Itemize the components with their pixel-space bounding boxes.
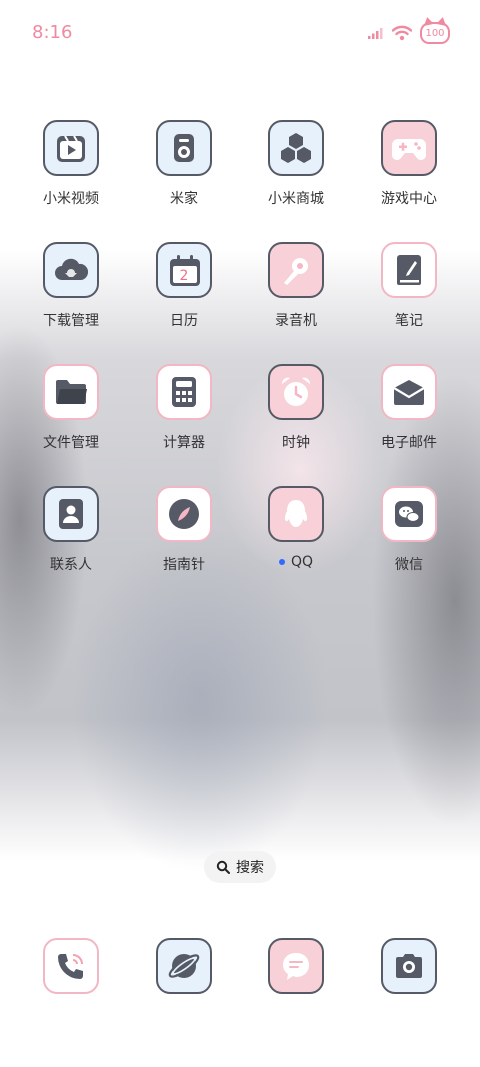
app-downloads[interactable]: 下载管理 — [16, 242, 126, 330]
signal-icon — [368, 28, 383, 39]
app-mi-store[interactable]: 小米商城 — [241, 120, 351, 208]
app-label-text: QQ — [290, 554, 314, 570]
app-clock[interactable]: 时钟 — [241, 364, 351, 452]
app-label: 录音机 — [275, 313, 317, 329]
message-bubble-icon — [268, 938, 324, 994]
app-wechat[interactable]: 微信 — [354, 486, 464, 574]
app-label: 微信 — [395, 557, 423, 573]
app-label: 日历 — [170, 313, 198, 329]
video-player-icon — [43, 120, 99, 176]
folder-icon — [43, 364, 99, 420]
app-calculator[interactable]: 计算器 — [129, 364, 239, 452]
app-file-manager[interactable]: 文件管理 — [16, 364, 126, 452]
contact-card-icon — [43, 486, 99, 542]
app-mi-video[interactable]: 小米视频 — [16, 120, 126, 208]
dock-browser[interactable] — [129, 938, 239, 994]
status-bar: 8:16 100 — [0, 0, 480, 68]
calendar-day: 2 — [179, 268, 189, 284]
search-label: 搜索 — [236, 860, 264, 876]
app-label: QQ — [241, 554, 351, 570]
gamepad-icon — [381, 120, 437, 176]
wechat-icon — [381, 486, 437, 542]
app-label: 文件管理 — [43, 435, 99, 451]
calculator-icon — [156, 364, 212, 420]
app-label: 米家 — [170, 191, 198, 207]
app-label: 小米商城 — [268, 191, 324, 207]
alarm-clock-icon — [268, 364, 324, 420]
camera-icon — [381, 938, 437, 994]
search-button[interactable]: 搜索 — [204, 851, 276, 883]
new-update-dot — [278, 559, 285, 565]
app-label: 计算器 — [163, 435, 205, 451]
search-icon — [216, 860, 230, 874]
battery-level: 100 — [425, 27, 445, 39]
app-calendar[interactable]: 2 日历 — [129, 242, 239, 330]
hexagons-icon — [268, 120, 324, 176]
cloud-icon — [43, 242, 99, 298]
status-icons: 100 — [368, 22, 450, 44]
phone-icon — [43, 938, 99, 994]
planet-icon — [156, 938, 212, 994]
penguin-icon — [268, 486, 324, 542]
microphone-icon — [268, 242, 324, 298]
app-label: 小米视频 — [43, 191, 99, 207]
app-recorder[interactable]: 录音机 — [241, 242, 351, 330]
app-label: 下载管理 — [43, 313, 99, 329]
calendar-icon: 2 — [156, 242, 212, 298]
app-notes[interactable]: 笔记 — [354, 242, 464, 330]
app-label: 指南针 — [163, 557, 205, 573]
app-label: 时钟 — [282, 435, 310, 451]
app-contacts[interactable]: 联系人 — [16, 486, 126, 574]
speaker-icon — [156, 120, 212, 176]
app-mijia[interactable]: 米家 — [129, 120, 239, 208]
app-qq[interactable]: QQ — [241, 486, 351, 570]
status-time: 8:16 — [32, 22, 73, 43]
notebook-icon — [381, 242, 437, 298]
battery-icon: 100 — [420, 22, 450, 44]
app-label: 笔记 — [395, 313, 423, 329]
compass-icon — [156, 486, 212, 542]
app-game-center[interactable]: 游戏中心 — [354, 120, 464, 208]
app-label: 联系人 — [50, 557, 92, 573]
app-email[interactable]: 电子邮件 — [354, 364, 464, 452]
wifi-icon — [392, 25, 412, 41]
dock-camera[interactable] — [354, 938, 464, 994]
dock-messages[interactable] — [241, 938, 351, 994]
app-label: 电子邮件 — [381, 435, 437, 451]
app-compass[interactable]: 指南针 — [129, 486, 239, 574]
app-label: 游戏中心 — [381, 191, 437, 207]
dock-phone[interactable] — [16, 938, 126, 994]
envelope-icon — [381, 364, 437, 420]
